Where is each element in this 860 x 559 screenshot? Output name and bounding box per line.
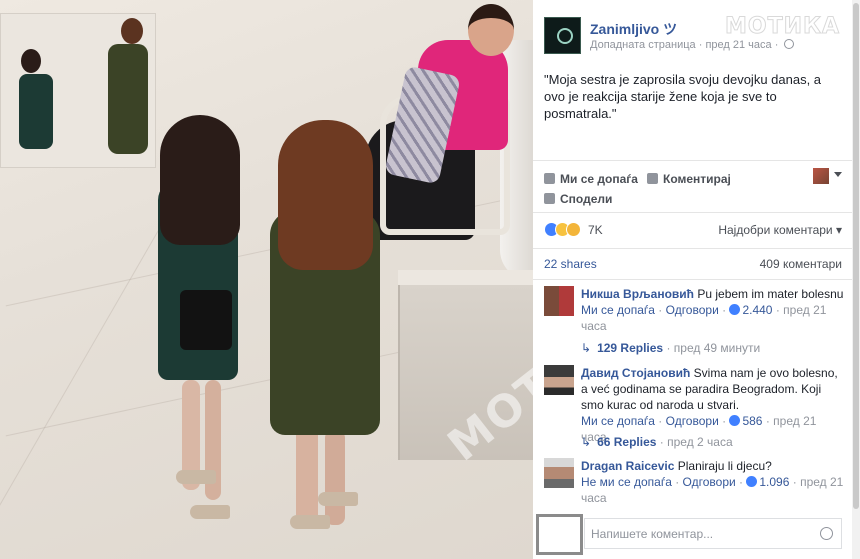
shoe (290, 515, 330, 529)
comment-author[interactable]: Dragan Raicevic (581, 459, 674, 473)
meta-separator: · (698, 39, 703, 51)
like-label: Ми се допаѓа (560, 172, 638, 186)
comment-sort-dropdown[interactable]: Најдобри коментари ▾ (718, 223, 842, 237)
like-icon (544, 173, 555, 184)
comment-reply-link[interactable]: Одговори (666, 303, 719, 317)
avatar[interactable] (536, 514, 583, 555)
comment-body: Dragan Raicevic Planiraju li djecu? Не м… (581, 458, 844, 506)
post-time[interactable]: пред 21 часа (705, 39, 771, 51)
inset-figure (108, 44, 148, 154)
friend-avatar[interactable] (813, 168, 829, 184)
replies-count: 66 Replies (597, 435, 657, 449)
avatar[interactable] (544, 286, 574, 316)
reply-arrow-icon: ↳ (581, 435, 592, 449)
replies-count: 129 Replies (597, 341, 664, 355)
scrollbar[interactable] (852, 0, 860, 559)
replies-link[interactable]: ↳ 66 Replies · пред 2 часа (581, 435, 733, 449)
share-label: Сподели (560, 192, 613, 206)
watermark: МОТИКА (724, 14, 840, 40)
globe-icon (784, 39, 795, 49)
inset-figure (19, 74, 53, 149)
replies-time: пред 49 минути (673, 341, 761, 355)
older-woman-head (468, 4, 514, 56)
comment-like-count[interactable]: 2.440 (742, 303, 772, 317)
comment-like-count[interactable]: 586 (742, 414, 762, 428)
chevron-down-icon[interactable] (834, 172, 842, 177)
reply-arrow-icon: ↳ (581, 341, 592, 355)
post-meta: Допадната страница · пред 21 часа · (590, 39, 795, 51)
comment-unlike-link[interactable]: Не ми се допаѓа (581, 475, 672, 489)
stats-row: 22 shares 409 коментари (544, 257, 842, 275)
share-button[interactable]: Сподели (544, 192, 612, 206)
post-panel: Zanimljivo ツ Допадната страница · пред 2… (533, 0, 852, 559)
comment-like-link[interactable]: Ми се допаѓа (581, 303, 655, 317)
comment: Давид Стојановић Svima nam je ovo bolesn… (544, 365, 844, 444)
inset-figure-head (21, 49, 41, 73)
comment-label: Коментирај (663, 172, 731, 186)
shares-link[interactable]: 22 shares (544, 257, 597, 271)
like-count-icon (746, 476, 758, 487)
comment-composer (533, 512, 852, 559)
comment-text: Planiraju li djecu? (677, 459, 772, 473)
comment: Dragan Raicevic Planiraju li djecu? Не м… (544, 458, 844, 508)
comment-like-count[interactable]: 1.096 (759, 475, 789, 489)
woman-right-hair (278, 120, 373, 270)
comment-author[interactable]: Давид Стојановић (581, 366, 690, 380)
woman-right-leg (325, 430, 345, 525)
comment-like-link[interactable]: Ми се допаѓа (581, 414, 655, 428)
comment-reply-link[interactable]: Одговори (666, 414, 719, 428)
sad-reaction-icon[interactable] (566, 222, 581, 237)
comment-meta: Ми се допаѓа · Одговори · 2.440 · пред 2… (581, 303, 827, 333)
replies-time: пред 2 часа (667, 435, 733, 449)
post-photo[interactable]: МОТИКА (0, 0, 533, 559)
woman-right-leg (296, 425, 318, 525)
inset-photo (0, 13, 156, 168)
page-avatar[interactable] (544, 17, 581, 54)
comment-button[interactable]: Коментирај (647, 172, 731, 186)
comment-meta: Не ми се допаѓа · Одговори · 1.096 · пре… (581, 475, 844, 505)
replies-link[interactable]: ↳ 129 Replies · пред 49 минути (581, 341, 760, 355)
post-actions: Ми се допаѓа Коментирај Сподели (544, 168, 844, 212)
inset-figure-head (121, 18, 143, 44)
share-icon (544, 193, 555, 204)
reaction-count[interactable]: 7K (588, 223, 603, 237)
handbag (180, 290, 232, 350)
divider (533, 279, 852, 280)
shoe (190, 505, 230, 519)
like-count-icon (729, 415, 741, 426)
like-count-icon (729, 304, 741, 315)
comment-icon (647, 173, 658, 184)
comment-input[interactable] (584, 518, 842, 549)
comment-body: Давид Стојановић Svima nam je ovo bolesn… (581, 365, 844, 445)
comment-text: Pu jebem im mater bolesnu (697, 287, 844, 301)
avatar[interactable] (544, 458, 574, 488)
divider (533, 248, 852, 249)
like-button[interactable]: Ми се допаѓа (544, 172, 638, 186)
comment-author[interactable]: Никша Врљановић (581, 287, 694, 301)
page-type: Допадната страница (590, 39, 696, 51)
page-name[interactable]: Zanimljivo ツ (590, 19, 677, 39)
reactions-row: 7K Најдобри коментари ▾ (544, 220, 842, 242)
shoe (318, 492, 358, 506)
comment-reply-link[interactable]: Одговори (683, 475, 736, 489)
post-text: "Moja sestra je zaprosila svoju devojku … (544, 72, 822, 121)
shoe (176, 470, 216, 484)
woman-left-hair (160, 115, 240, 245)
divider (533, 160, 852, 161)
smiley-icon[interactable] (820, 527, 833, 540)
avatar[interactable] (544, 365, 574, 395)
comment-body: Никша Врљановић Pu jebem im mater bolesn… (581, 286, 844, 334)
divider (533, 212, 852, 213)
comments-count[interactable]: 409 коментари (760, 257, 842, 271)
scrollbar-thumb[interactable] (853, 3, 859, 509)
meta-separator: · (774, 39, 779, 51)
